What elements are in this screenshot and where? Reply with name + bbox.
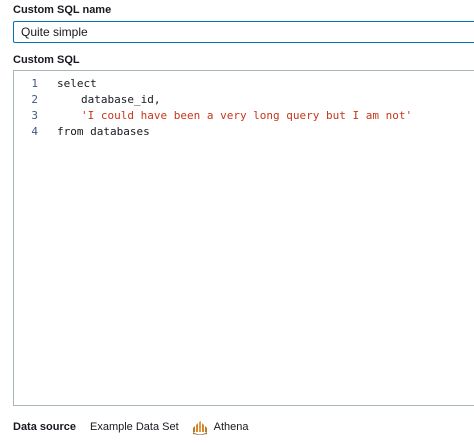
code-line-1: 1 select: [14, 76, 474, 92]
code-line-2: 2 database_id,: [14, 92, 474, 108]
athena-icon: [192, 419, 208, 435]
custom-sql-name-input[interactable]: [13, 21, 474, 43]
code-text: database_id,: [81, 93, 161, 106]
data-set-name: Example Data Set: [89, 421, 179, 433]
data-source-bar: Data source Example Data Set Athena: [13, 419, 249, 435]
sql-editor[interactable]: 1 select 2 database_id, 3 'I could have …: [13, 70, 474, 406]
line-number: 4: [31, 125, 38, 138]
line-number: 2: [31, 93, 38, 106]
line-number: 3: [31, 109, 38, 122]
data-source-label: Data source: [13, 421, 76, 433]
custom-sql-label: Custom SQL: [13, 54, 80, 66]
data-source-type: Athena: [213, 421, 249, 433]
code-line-4: 4 from databases: [14, 124, 474, 140]
custom-sql-panel: Custom SQL name Custom SQL 1 select 2 da…: [0, 0, 474, 443]
line-number: 1: [31, 77, 38, 90]
code-text: from databases: [57, 125, 150, 138]
code-string-literal: 'I could have been a very long query but…: [81, 109, 413, 122]
code-line-3: 3 'I could have been a very long query b…: [14, 108, 474, 124]
custom-sql-name-label: Custom SQL name: [13, 4, 112, 16]
code-text: select: [57, 77, 97, 90]
